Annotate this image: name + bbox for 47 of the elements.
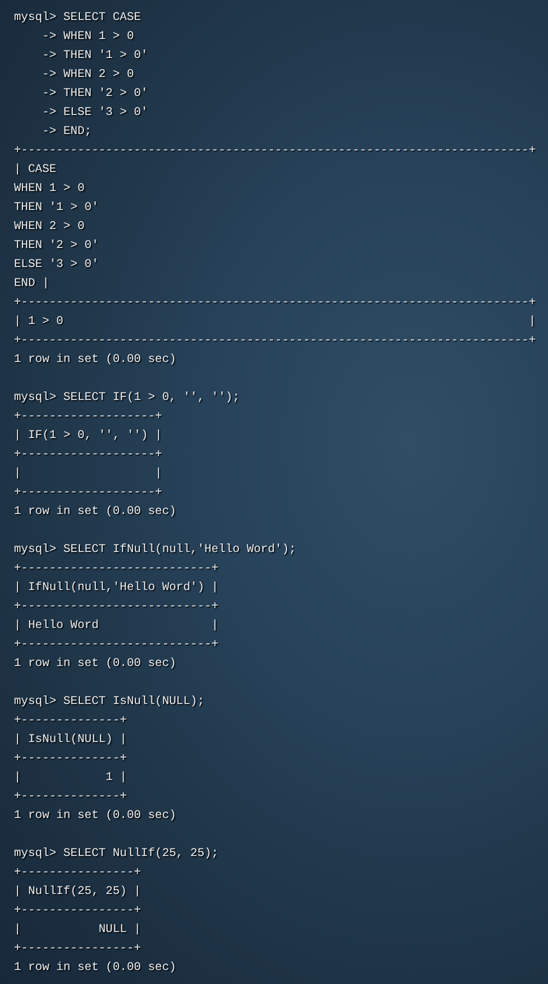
- table-line: | IsNull(NULL) |: [14, 731, 127, 748]
- table-line: END |: [14, 275, 50, 292]
- command-line: mysql> SELECT CASE: [14, 9, 141, 26]
- table-line: | 1 > 0 |: [14, 313, 536, 330]
- command-line: -> ELSE '3 > 0': [41, 104, 148, 121]
- command-line: mysql> SELECT IsNull(NULL);: [14, 693, 204, 710]
- table-line: | NullIf(25, 25) |: [14, 883, 141, 900]
- table-line: +---------------------------+: [14, 636, 218, 653]
- table-line: +--------------+: [14, 712, 127, 729]
- table-line: +------------------------------------------------------------------------+: [14, 332, 536, 349]
- command-line: -> THEN '1 > 0': [41, 47, 148, 64]
- result-summary: 1 row in set (0.00 sec): [14, 503, 176, 520]
- table-line: +-------------------+: [14, 446, 162, 463]
- command-line: mysql> SELECT IfNull(null,'Hello Word');: [14, 541, 296, 558]
- result-summary: 1 row in set (0.00 sec): [14, 959, 176, 976]
- table-line: THEN '2 > 0': [14, 237, 99, 254]
- result-summary: 1 row in set (0.00 sec): [14, 655, 176, 672]
- table-line: +----------------+: [14, 940, 141, 957]
- table-line: +-------------------+: [14, 408, 162, 425]
- table-line: +--------------+: [14, 750, 127, 767]
- table-line: WHEN 1 > 0: [14, 180, 85, 197]
- table-line: +---------------------------+: [14, 598, 218, 615]
- table-line: +----------------+: [14, 864, 141, 881]
- table-line: +----------------+: [14, 902, 141, 919]
- command-line: mysql> SELECT NullIf(25, 25);: [14, 845, 218, 862]
- command-line: -> END;: [41, 123, 92, 140]
- table-line: +--------------+: [14, 788, 127, 805]
- result-summary: 1 row in set (0.00 sec): [14, 351, 176, 368]
- table-line: ELSE '3 > 0': [14, 256, 99, 273]
- table-line: | 1 |: [14, 769, 127, 786]
- table-line: THEN '1 > 0': [14, 199, 99, 216]
- table-line: +------------------------------------------------------------------------+: [14, 142, 536, 159]
- table-line: | Hello Word |: [14, 617, 218, 634]
- table-line: +---------------------------+: [14, 560, 218, 577]
- table-line: | IfNull(null,'Hello Word') |: [14, 579, 218, 596]
- table-line: | NULL |: [14, 921, 141, 938]
- command-line: -> THEN '2 > 0': [41, 85, 148, 102]
- command-line: -> WHEN 2 > 0: [41, 66, 134, 83]
- table-line: | IF(1 > 0, '', '') |: [14, 427, 162, 444]
- table-line: +------------------------------------------------------------------------+: [14, 294, 536, 311]
- command-line: mysql> SELECT IF(1 > 0, '', '');: [14, 389, 240, 406]
- table-line: WHEN 2 > 0: [14, 218, 85, 235]
- result-summary: 1 row in set (0.00 sec): [14, 807, 176, 824]
- table-line: | CASE: [14, 161, 56, 178]
- command-line: -> WHEN 1 > 0: [41, 28, 134, 45]
- table-line: +-------------------+: [14, 484, 162, 501]
- table-line: | |: [14, 465, 162, 482]
